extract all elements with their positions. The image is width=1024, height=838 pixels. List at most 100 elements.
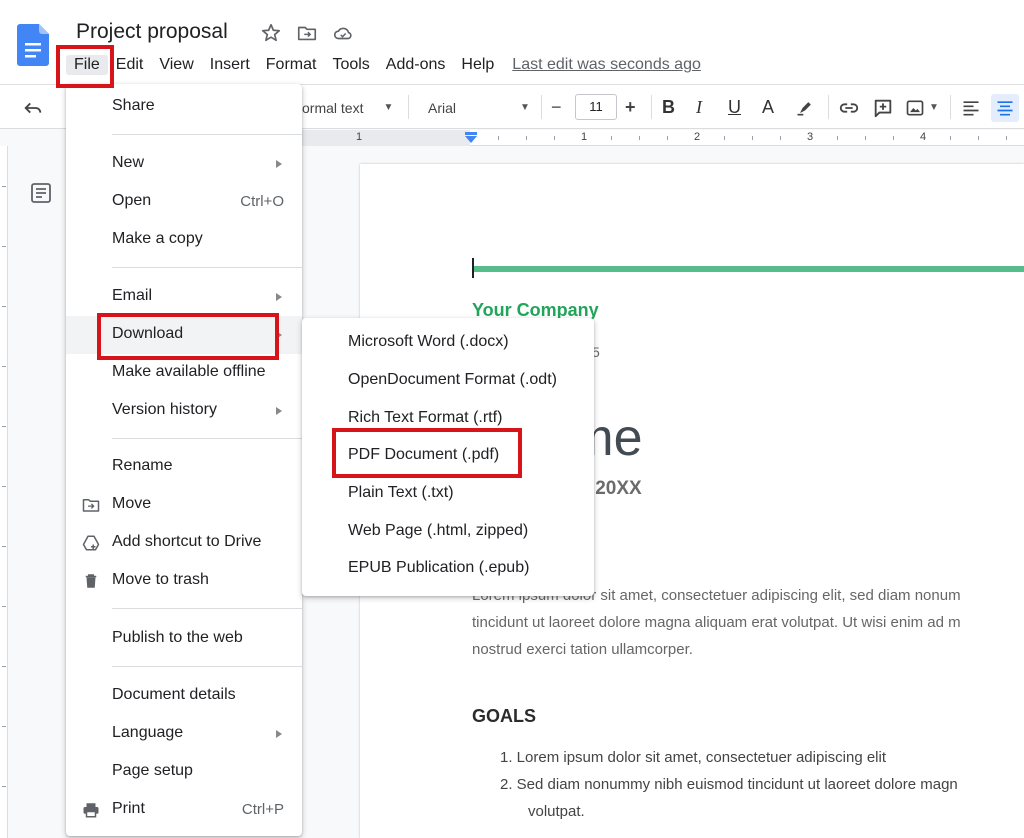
menu-item-new[interactable]: New [66,145,302,183]
menu-item-page-setup[interactable]: Page setup [66,753,302,791]
menu-item-trash[interactable]: Move to trash [66,562,302,600]
menu-item-label: Download [112,325,184,342]
menu-tools[interactable]: Tools [324,56,377,74]
submenu-item-label: Rich Text Format (.rtf) [348,409,503,426]
menu-item-download[interactable]: Download [66,316,302,354]
file-menu: Share New Open Ctrl+O Make a copy Email D… [66,84,302,836]
menu-addons[interactable]: Add-ons [378,56,454,74]
menu-item-version-history[interactable]: Version history [66,392,302,430]
move-to-folder-icon[interactable] [296,22,318,44]
download-submenu: Microsoft Word (.docx) OpenDocument Form… [302,318,594,596]
menu-item-email[interactable]: Email [66,278,302,316]
style-select[interactable]: ormal text ▼ [302,85,393,130]
last-edit-link[interactable]: Last edit was seconds ago [512,56,701,74]
menu-bar: File Edit View Insert Format Tools Add-o… [66,54,701,76]
menu-view[interactable]: View [151,56,201,74]
menu-format[interactable]: Format [258,56,325,74]
submenu-arrow-icon [276,293,282,301]
horizontal-ruler[interactable]: 1 1 2 3 4 [300,130,1024,146]
body-line: nostrud exerci tation ullamcorper. [472,641,693,658]
cloud-saved-icon[interactable] [332,22,354,44]
menu-item-label: Language [112,724,184,741]
menu-help[interactable]: Help [453,56,502,74]
menu-item-rename[interactable]: Rename [66,448,302,486]
link-icon[interactable] [838,85,860,130]
ruler-number: 1 [356,131,363,143]
bold-button[interactable]: B [662,85,675,130]
ruler-number: 2 [694,131,701,143]
docs-logo-icon[interactable] [17,24,49,66]
shortcut-label: Ctrl+P [241,801,284,818]
menu-item-label: Share [112,97,155,114]
submenu-arrow-icon [276,331,282,339]
submenu-item-label: Web Page (.html, zipped) [348,522,529,539]
shortcut-label: Ctrl+O [240,193,284,210]
submenu-item-label: OpenDocument Format (.odt) [348,371,557,388]
menu-item-make-copy[interactable]: Make a copy [66,221,302,259]
increase-font-size-button[interactable]: + [625,85,636,130]
menu-item-label: Move to trash [112,571,209,588]
menu-item-offline[interactable]: Make available offline [66,354,302,392]
menu-item-language[interactable]: Language [66,715,302,753]
underline-button[interactable]: U [728,85,741,130]
font-size-input[interactable]: 11 [575,94,617,120]
menu-item-label: New [112,154,145,171]
body-line: tincidunt ut laoreet dolore magna aliqua… [472,614,961,631]
decrease-font-size-button[interactable]: − [551,85,562,130]
goals-list: 1. Lorem ipsum dolor sit amet, consectet… [500,744,958,825]
menu-item-add-shortcut[interactable]: Add shortcut to Drive [66,524,302,562]
undo-icon[interactable] [22,85,44,130]
menu-item-move[interactable]: Move [66,486,302,524]
menu-insert[interactable]: Insert [202,56,258,74]
menu-item-label: Version history [112,401,217,418]
font-select-value: Arial [428,99,457,116]
font-select[interactable]: Arial ▼ [428,85,530,130]
document-outline-icon[interactable] [29,181,53,205]
submenu-item-label: EPUB Publication (.epub) [348,559,530,576]
print-icon [83,803,99,818]
menu-item-label: Add shortcut to Drive [112,533,262,550]
chevron-down-icon: ▼ [383,102,394,113]
comment-icon[interactable] [872,85,894,130]
list-item: 2. Sed diam nonummy nibh euismod tincidu… [500,776,958,793]
text-color-button[interactable]: A [762,85,774,130]
chevron-down-icon: ▼ [520,102,530,113]
ruler-number: 4 [920,131,927,143]
insert-image-icon[interactable]: ▼ [905,85,939,130]
download-rtf[interactable]: Rich Text Format (.rtf) [302,400,594,438]
download-txt[interactable]: Plain Text (.txt) [302,475,594,513]
menu-item-label: Make a copy [112,230,203,247]
document-title[interactable]: Project proposal [76,20,228,44]
menu-item-open[interactable]: Open Ctrl+O [66,183,302,221]
star-icon[interactable] [260,22,282,44]
menu-item-document-details[interactable]: Document details [66,677,302,715]
indent-marker-icon[interactable] [464,132,478,144]
menu-item-label: Email [112,287,153,304]
goals-heading: GOALS [472,706,537,726]
menu-item-label: Make available offline [112,363,266,380]
download-docx[interactable]: Microsoft Word (.docx) [302,324,594,362]
chevron-down-icon: ▼ [929,102,939,113]
menu-file[interactable]: File [66,55,108,75]
download-odt[interactable]: OpenDocument Format (.odt) [302,362,594,400]
menu-item-label: Open [112,192,152,209]
menu-item-label: Rename [112,457,173,474]
download-epub[interactable]: EPUB Publication (.epub) [302,550,594,588]
menu-item-share[interactable]: Share [66,88,302,126]
submenu-arrow-icon [276,730,282,738]
italic-button[interactable]: I [696,85,702,130]
menu-item-publish[interactable]: Publish to the web [66,620,302,658]
align-center-icon[interactable] [991,85,1019,130]
submenu-arrow-icon [276,407,282,415]
menu-item-print[interactable]: Print Ctrl+P [66,791,302,829]
download-pdf[interactable]: PDF Document (.pdf) [302,437,594,475]
ruler-number: 1 [581,131,588,143]
highlight-pen-icon[interactable] [795,85,815,130]
menu-item-label: Move [112,495,152,512]
download-html[interactable]: Web Page (.html, zipped) [302,513,594,551]
menu-item-label: Document details [112,686,236,703]
list-item: volutpat. [528,803,585,820]
align-left-icon[interactable] [961,85,981,130]
list-item: 1. Lorem ipsum dolor sit amet, consectet… [500,749,887,766]
menu-edit[interactable]: Edit [108,56,152,74]
